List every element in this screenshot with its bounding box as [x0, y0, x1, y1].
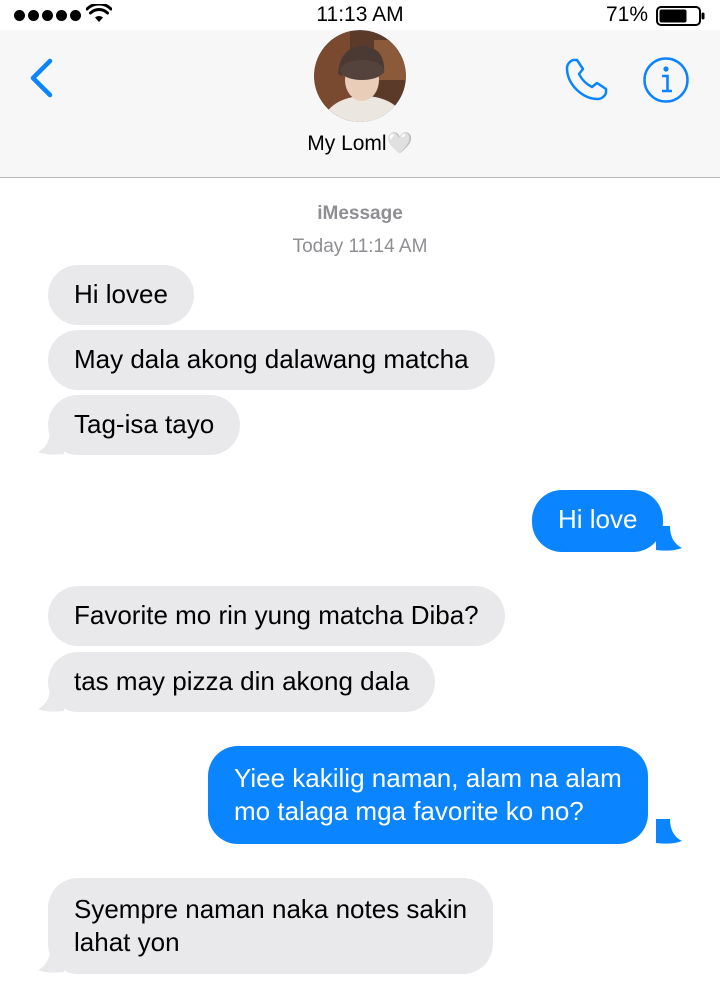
contact-name[interactable]: My Loml🤍 — [0, 132, 720, 156]
battery-icon — [656, 6, 705, 26]
bubble-tail — [38, 687, 64, 712]
incoming-message[interactable]: May dala akong dalawang matcha — [48, 330, 495, 390]
message-line: Yiee kakilig naman, alam na alam — [234, 763, 622, 793]
avatar[interactable] — [314, 30, 406, 122]
incoming-message[interactable]: tas may pizza din akong dala — [48, 652, 436, 712]
outgoing-message[interactable]: Yiee kakilig naman, alam na alam mo tala… — [208, 746, 648, 844]
status-bar: 11:13 AM 71% — [0, 0, 720, 30]
message-line: mo talaga mga favorite ko no? — [234, 796, 584, 826]
info-icon[interactable] — [642, 56, 690, 104]
chevron-left-icon[interactable] — [28, 58, 56, 98]
incoming-message[interactable]: Tag-isa tayo — [48, 395, 241, 455]
bubble-tail — [38, 948, 64, 973]
bubble-tail — [656, 526, 682, 551]
outgoing-message[interactable]: Hi love — [532, 490, 664, 552]
bubble-tail — [38, 430, 64, 455]
incoming-message[interactable]: Hi lovee — [48, 265, 194, 325]
message-line: lahat yon — [74, 927, 180, 957]
battery-percent: 71% — [605, 3, 648, 26]
bubble-tail — [656, 819, 682, 844]
incoming-message[interactable]: Favorite mo rin yung matcha Diba? — [48, 586, 505, 646]
service-label: iMessage — [317, 203, 403, 224]
conversation-header: My Loml🤍 — [0, 30, 720, 178]
phone-icon[interactable] — [562, 56, 610, 104]
message-line: Syempre naman naka notes sakin — [74, 894, 468, 924]
message-timestamp: Today 11:14 AM — [292, 236, 428, 257]
incoming-message[interactable]: Syempre naman naka notes sakin lahat yon — [48, 878, 494, 974]
